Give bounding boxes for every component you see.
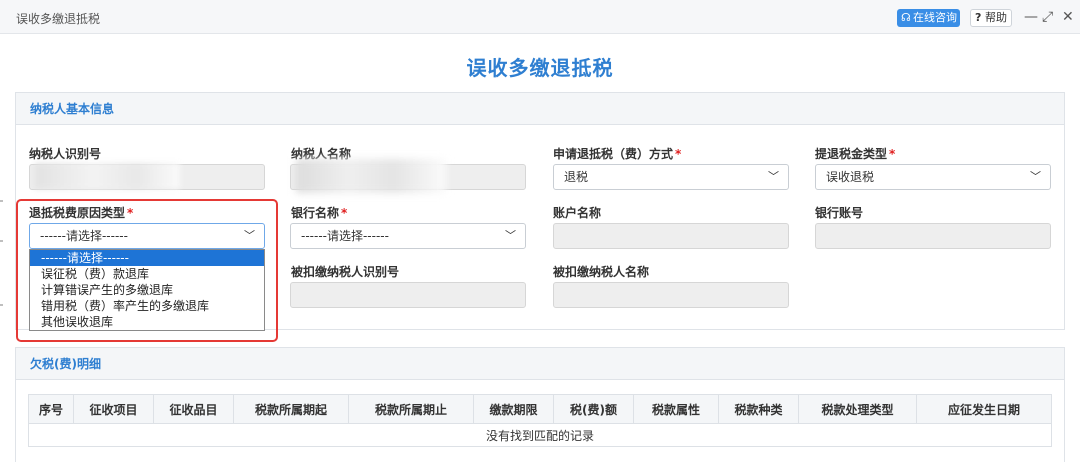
online-consult-label: 在线咨询	[913, 11, 957, 24]
required-mark: *	[675, 147, 682, 161]
chevron-down-icon: ﹀	[768, 170, 779, 183]
column-header[interactable]: 税款种类	[718, 394, 799, 424]
column-header[interactable]: 缴款期限	[473, 394, 554, 424]
arrears-table: 序号 征收项目 征收品目 税款所属期起 税款所属期止 缴款期限 税(费)额 税款…	[28, 394, 1052, 447]
withheld-name-label: 被扣缴纳税人名称	[553, 265, 650, 279]
close-icon[interactable]: ✕	[1062, 8, 1074, 26]
required-mark: *	[341, 206, 348, 220]
window-title: 误收多缴退抵税	[16, 12, 101, 26]
refund-method-label-text: 申请退抵税（费）方式	[553, 147, 674, 161]
help-button[interactable]: ? 帮助	[970, 9, 1012, 27]
bank-account-label: 银行账号	[815, 206, 864, 220]
column-header[interactable]: 应征发生日期	[916, 394, 1052, 424]
bank-name-label: 银行名称 *	[291, 204, 347, 221]
column-header[interactable]: 税款所属期止	[348, 394, 474, 424]
bank-name-value: ------请选择------	[301, 229, 389, 243]
online-consult-button[interactable]: ☊ 在线咨询	[897, 9, 960, 27]
empty-message: 没有找到匹配的记录	[28, 423, 1052, 447]
column-header[interactable]: 征收项目	[73, 394, 154, 424]
refund-type-label: 提退税金类型 *	[815, 145, 895, 162]
column-header[interactable]: 征收品目	[153, 394, 234, 424]
chevron-down-icon: ﹀	[1030, 170, 1041, 183]
required-mark: *	[889, 147, 896, 161]
page-title: 误收多缴退抵税	[466, 56, 614, 80]
column-header[interactable]: 税款属性	[633, 394, 719, 424]
window-titlebar: 误收多缴退抵税 ☊ 在线咨询 ? 帮助 — ⤢ ✕	[0, 0, 1080, 34]
withheld-id-field[interactable]	[290, 282, 526, 308]
column-header[interactable]: 税(费)额	[553, 394, 634, 424]
refund-method-value: 退税	[564, 170, 589, 184]
restore-icon[interactable]: ⤢	[1042, 8, 1053, 26]
withheld-id-label: 被扣缴纳税人识别号	[291, 265, 400, 279]
headset-icon: ☊	[901, 11, 911, 24]
column-header[interactable]: 税款处理类型	[798, 394, 917, 424]
question-icon: ?	[975, 11, 982, 24]
bank-account-field[interactable]	[815, 223, 1051, 249]
chevron-down-icon: ﹀	[505, 229, 516, 242]
column-header[interactable]: 税款所属期起	[233, 394, 349, 424]
refund-method-label: 申请退抵税（费）方式 *	[553, 145, 681, 162]
refund-type-select[interactable]: 误收退税 ﹀	[815, 164, 1051, 190]
help-label: 帮助	[985, 11, 1007, 24]
edge-mark	[0, 304, 3, 306]
refund-type-value: 误收退税	[826, 170, 875, 184]
refund-type-label-text: 提退税金类型	[815, 147, 888, 161]
taxpayer-id-label: 纳税人识别号	[29, 147, 102, 161]
withheld-name-field[interactable]	[553, 282, 789, 308]
edge-mark	[0, 200, 3, 202]
bank-name-label-text: 银行名称	[291, 206, 340, 220]
minimize-icon[interactable]: —	[1024, 8, 1038, 26]
table-row: 没有找到匹配的记录	[28, 423, 1052, 447]
account-name-field[interactable]	[553, 223, 789, 249]
refund-method-select[interactable]: 退税 ﹀	[553, 164, 789, 190]
column-header[interactable]: 序号	[28, 394, 74, 424]
taxpayer-id-redacted	[35, 163, 180, 189]
basic-info-header: 纳税人基本信息	[16, 93, 1064, 125]
edge-mark	[0, 240, 3, 242]
account-name-label: 账户名称	[553, 206, 602, 220]
bank-name-select[interactable]: ------请选择------ ﹀	[290, 223, 526, 249]
arrears-header: 欠税(费)明细	[16, 348, 1064, 380]
table-header-row: 序号 征收项目 征收品目 税款所属期起 税款所属期止 缴款期限 税(费)额 税款…	[28, 394, 1052, 424]
taxpayer-name-redacted	[296, 159, 446, 193]
highlight-frame	[16, 199, 278, 342]
